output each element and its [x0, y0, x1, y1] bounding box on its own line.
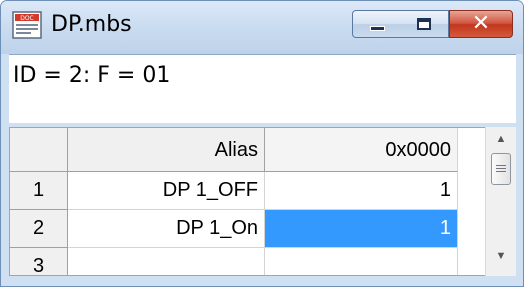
grid-corner-header[interactable]: [10, 128, 68, 172]
maximize-icon: [417, 18, 431, 30]
window-bottom-border: [1, 276, 523, 286]
scroll-down-arrow-icon[interactable]: ▼: [486, 244, 516, 268]
column-header-value[interactable]: 0x0000: [265, 128, 458, 172]
app-window: DOC DP.mbs ✕ ID = 2: F = 01 Alias 0x0000…: [0, 0, 524, 287]
title-bar[interactable]: DOC DP.mbs ✕: [1, 1, 523, 54]
info-text: ID = 2: F = 01: [13, 63, 171, 88]
row-header[interactable]: 2: [10, 210, 68, 248]
data-grid: Alias 0x0000 1 DP 1_OFF 1 2 DP 1_On 1 3: [9, 127, 493, 276]
minimize-icon: [370, 26, 385, 31]
maximize-button[interactable]: [401, 10, 449, 38]
close-icon: ✕: [471, 11, 491, 36]
alias-cell[interactable]: [68, 248, 265, 275]
window-title: DP.mbs: [51, 12, 132, 37]
info-bar: ID = 2: F = 01: [9, 54, 516, 123]
alias-cell[interactable]: DP 1_OFF: [68, 172, 265, 210]
scroll-up-arrow-icon[interactable]: ▲: [486, 127, 516, 151]
minimize-button[interactable]: [352, 10, 402, 38]
svg-text:DOC: DOC: [20, 15, 34, 22]
row-header[interactable]: 1: [10, 172, 68, 210]
row-header[interactable]: 3: [10, 248, 68, 275]
scrollbar-thumb[interactable]: [491, 153, 511, 185]
value-cell[interactable]: [265, 248, 458, 275]
mbs-document-icon: DOC: [12, 11, 42, 39]
value-cell[interactable]: 1: [265, 172, 458, 210]
value-cell-selected[interactable]: 1: [265, 210, 458, 248]
column-header-alias[interactable]: Alias: [68, 128, 265, 172]
alias-cell[interactable]: DP 1_On: [68, 210, 265, 248]
close-button[interactable]: ✕: [449, 10, 513, 38]
vertical-scrollbar[interactable]: ▲ ▼: [485, 127, 516, 276]
